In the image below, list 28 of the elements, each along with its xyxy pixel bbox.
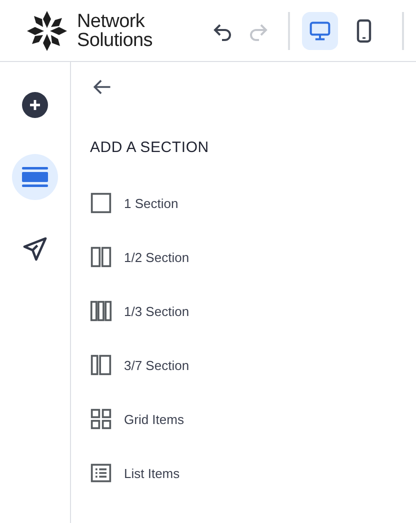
plus-circle-icon bbox=[22, 92, 48, 118]
paper-plane-icon bbox=[21, 235, 49, 263]
list-icon bbox=[90, 462, 112, 484]
section-label: Grid Items bbox=[124, 412, 184, 426]
logo-icon bbox=[25, 8, 69, 52]
panel-title: ADD A SECTION bbox=[90, 139, 210, 156]
logo-text: Network bbox=[77, 12, 146, 30]
columns-icon bbox=[90, 246, 112, 268]
section-option[interactable]: List Items bbox=[90, 446, 416, 500]
columns-icon bbox=[90, 300, 112, 322]
section-option[interactable]: 1/2 Section bbox=[90, 230, 416, 284]
columns-icon bbox=[90, 192, 112, 214]
section-option[interactable]: 1/3 Section bbox=[90, 284, 416, 338]
section-option[interactable]: 1 Section bbox=[90, 176, 416, 230]
logo-text: Solutions bbox=[77, 30, 152, 50]
section-label: List Items bbox=[124, 466, 180, 480]
sections-icon bbox=[22, 167, 48, 187]
desktop-view-button[interactable] bbox=[302, 12, 338, 50]
section-option[interactable]: 3/7 Section bbox=[90, 338, 416, 392]
grid-icon bbox=[90, 408, 112, 430]
section-label: 1/3 Section bbox=[124, 304, 190, 318]
sections-rail-button[interactable] bbox=[12, 154, 58, 200]
section-label: 1/2 Section bbox=[124, 250, 190, 264]
section-option[interactable]: Grid Items bbox=[90, 392, 416, 446]
section-label: 1 Section bbox=[124, 196, 178, 210]
section-label: 3/7 Section bbox=[124, 358, 190, 372]
monitor-icon bbox=[309, 20, 332, 42]
columns-icon bbox=[90, 354, 112, 376]
